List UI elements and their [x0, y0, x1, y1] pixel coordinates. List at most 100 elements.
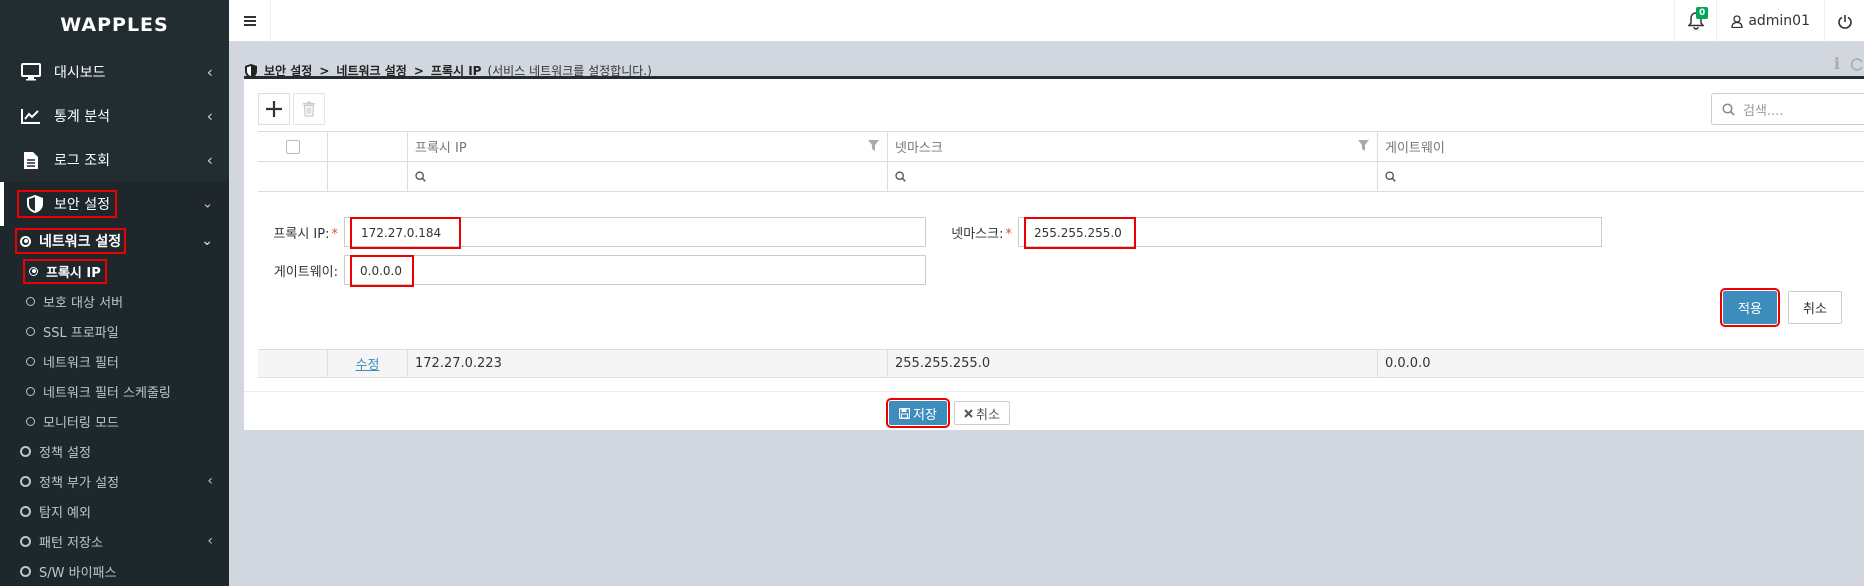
- edit-link[interactable]: 수정: [328, 354, 407, 373]
- sidebar-item-log[interactable]: 로그 조회 ‹: [0, 138, 229, 182]
- required-mark: *: [1005, 226, 1013, 242]
- sidebar-item-label: 정책 설정: [39, 445, 91, 461]
- circle-icon: [26, 416, 35, 426]
- document-icon: [20, 149, 42, 171]
- filter-gateway-input[interactable]: [1378, 162, 1864, 191]
- circle-icon: [20, 565, 31, 577]
- table-row: 수정 172.27.0.223 255.255.255.0 0.0.0.0: [258, 349, 1864, 378]
- sidebar-item-network-filter[interactable]: 네트워크 필터: [0, 346, 229, 376]
- shield-icon: [24, 193, 46, 215]
- search-input[interactable]: 검색....: [1711, 93, 1864, 125]
- security-menu-highlight: 보안 설정: [17, 190, 117, 218]
- proxy-ip-label: 프록시 IP: *: [258, 223, 344, 242]
- data-table: 프록시 IP 넷마스크 게이트웨이: [258, 131, 1864, 192]
- cancel-button[interactable]: 취소: [954, 401, 1010, 425]
- trash-icon: [303, 101, 315, 117]
- circle-icon: [20, 445, 31, 457]
- proxy-ip-input[interactable]: 172.27.0.184: [344, 217, 926, 249]
- search-icon: [1385, 171, 1396, 182]
- sidebar-item-monitoring-mode[interactable]: 모니터링 모드: [0, 406, 229, 436]
- sidebar-item-policy-extra[interactable]: 정책 부가 설정 ‹: [0, 466, 229, 496]
- sidebar-item-protected-server[interactable]: 보호 대상 서버: [0, 286, 229, 316]
- column-header-gateway[interactable]: 게이트웨이: [1378, 132, 1864, 161]
- save-label: 저장: [913, 407, 937, 423]
- filter-netmask-input[interactable]: [888, 162, 1378, 191]
- netmask-input[interactable]: 255.255.255.0: [1018, 217, 1602, 249]
- column-header-label: 게이트웨이: [1385, 141, 1445, 156]
- add-button[interactable]: [258, 93, 290, 125]
- hamburger-menu-button[interactable]: [229, 0, 271, 42]
- column-header-proxy-ip[interactable]: 프록시 IP: [408, 132, 888, 161]
- form-row-gateway: 게이트웨이: 0.0.0.0: [258, 255, 926, 287]
- gateway-value: 0.0.0.0: [345, 255, 414, 287]
- select-all-checkbox[interactable]: [285, 139, 300, 154]
- sidebar-item-label: 모니터링 모드: [43, 415, 119, 431]
- sidebar-item-label: 네트워크 필터 스케줄링: [43, 385, 171, 401]
- table-header-row: 프록시 IP 넷마스크 게이트웨이: [258, 132, 1864, 162]
- row-select-cell: [258, 350, 328, 377]
- search-icon: [415, 171, 426, 182]
- footer-bar: 저장 취소: [244, 391, 1864, 433]
- top-bar: 0 admin01: [229, 0, 1864, 42]
- circle-icon: [20, 475, 31, 487]
- chevron-left-icon: ‹: [206, 150, 213, 170]
- refresh-icon[interactable]: [1850, 56, 1864, 72]
- filter-proxy-ip-input[interactable]: [408, 162, 888, 191]
- sidebar-item-sw-bypass[interactable]: S/W 바이패스: [0, 556, 229, 586]
- sidebar-item-label: 대시보드: [54, 65, 106, 81]
- header-tools: i: [1834, 54, 1864, 73]
- user-icon: [1731, 14, 1743, 28]
- column-header-netmask[interactable]: 넷마스크: [888, 132, 1378, 161]
- circle-icon: [20, 505, 31, 517]
- sidebar-item-detection-exception[interactable]: 탐지 예외: [0, 496, 229, 526]
- info-icon[interactable]: i: [1834, 54, 1840, 73]
- search-placeholder: 검색....: [1743, 103, 1784, 119]
- hamburger-icon: [243, 16, 256, 26]
- apply-button[interactable]: 적용: [1720, 288, 1780, 327]
- sidebar-item-dashboard[interactable]: 대시보드 ‹: [0, 50, 229, 94]
- chevron-down-icon: ⌄: [201, 233, 213, 249]
- chevron-down-icon: ⌄: [202, 196, 213, 212]
- content-box: 검색.... 프록시 IP 넷마스크 게이트웨이 프록시 IP: * 172.2…: [244, 76, 1864, 430]
- sidebar-item-statistics[interactable]: 통계 분석 ‹: [0, 94, 229, 138]
- circle-dot-icon: [29, 266, 38, 276]
- sidebar-item-pattern-store[interactable]: 패턴 저장소 ‹: [0, 526, 229, 556]
- circle-icon: [26, 356, 35, 366]
- sidebar-item-network-settings[interactable]: 네트워크 설정 ⌄: [0, 226, 229, 256]
- chart-line-icon: [20, 105, 42, 127]
- sidebar-item-security[interactable]: 보안 설정 ⌄: [0, 182, 229, 226]
- filter-icon[interactable]: [1358, 140, 1369, 151]
- sidebar-item-label: SSL 프로파일: [43, 325, 119, 341]
- sidebar-item-label: 로그 조회: [54, 153, 110, 169]
- filter-icon[interactable]: [868, 140, 879, 151]
- close-icon: [964, 408, 973, 418]
- table-filter-row: [258, 162, 1864, 192]
- save-button[interactable]: 저장: [886, 398, 950, 428]
- circle-icon: [26, 296, 35, 306]
- proxy-ip-text: 172.27.0.184: [349, 217, 462, 249]
- notification-button[interactable]: 0: [1674, 0, 1716, 42]
- notification-badge: 0: [1696, 7, 1709, 19]
- sidebar-item-label: 탐지 예외: [39, 505, 91, 521]
- gateway-input[interactable]: 0.0.0.0: [344, 255, 926, 287]
- username: admin01: [1748, 13, 1810, 29]
- sidebar-item-label: S/W 바이패스: [39, 565, 117, 581]
- proxy-ip-value: 172.27.0.184: [345, 217, 462, 249]
- user-menu[interactable]: admin01: [1716, 0, 1824, 42]
- sidebar-item-proxy-ip[interactable]: 프록시 IP: [0, 256, 229, 286]
- gateway-text: 0.0.0.0: [350, 255, 414, 287]
- form-cancel-button[interactable]: 취소: [1788, 291, 1842, 324]
- proxy-ip-highlight: 프록시 IP: [23, 258, 107, 284]
- sidebar-item-label: 패턴 저장소: [39, 535, 103, 551]
- logo[interactable]: WAPPLES: [0, 0, 229, 50]
- sidebar-item-ssl-profile[interactable]: SSL 프로파일: [0, 316, 229, 346]
- netmask-value: 255.255.255.0: [1019, 217, 1136, 249]
- circle-icon: [26, 326, 35, 336]
- netmask-label: 넷마스크: *: [926, 223, 1018, 242]
- sidebar-item-policy-settings[interactable]: 정책 설정: [0, 436, 229, 466]
- logout-button[interactable]: [1824, 0, 1864, 42]
- sidebar-item-network-filter-scheduling[interactable]: 네트워크 필터 스케줄링: [0, 376, 229, 406]
- label-text: 넷마스크:: [951, 226, 1004, 242]
- delete-button[interactable]: [293, 93, 325, 125]
- sidebar: WAPPLES 대시보드 ‹ 통계 분석 ‹ 로그 조회 ‹ 보안 설정 ⌄ 네…: [0, 0, 229, 586]
